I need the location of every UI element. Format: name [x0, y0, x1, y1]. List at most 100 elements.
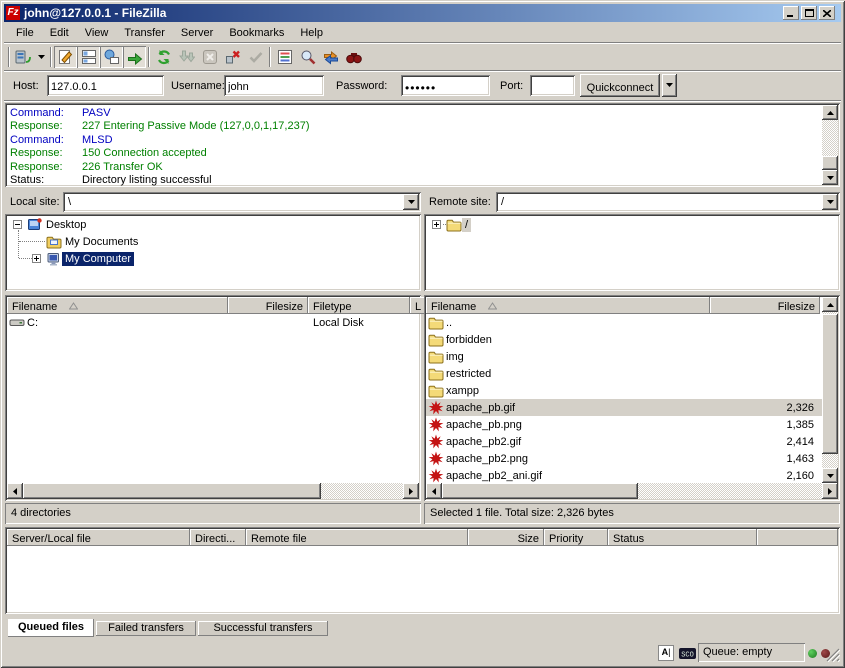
- find-files-button[interactable]: [342, 46, 365, 68]
- maximize-button[interactable]: [801, 6, 817, 20]
- file-row[interactable]: C:Local Disk: [7, 314, 419, 331]
- reconnect-button[interactable]: [244, 46, 267, 68]
- tree-item-label: Desktop: [43, 218, 89, 232]
- app-icon[interactable]: Fz: [6, 6, 20, 20]
- collapse-icon[interactable]: [13, 220, 22, 229]
- transfer-type-icon[interactable]: A|: [658, 645, 674, 661]
- local-site-dropdown-arrow[interactable]: [403, 194, 419, 210]
- folder-icon: [428, 383, 444, 399]
- file-name: img: [444, 351, 464, 363]
- log-scrollbar[interactable]: [822, 105, 838, 185]
- scroll-thumb[interactable]: [822, 314, 838, 454]
- file-row[interactable]: apache_pb.gif2,326: [426, 399, 822, 416]
- local-site-label: Local site:: [10, 196, 60, 208]
- scroll-down-button[interactable]: [822, 170, 838, 185]
- file-row[interactable]: restricted: [426, 365, 822, 382]
- column-header-filename[interactable]: Filename: [426, 297, 710, 314]
- column-header-filesize[interactable]: Filesize: [228, 297, 308, 314]
- queue-column-remotefile[interactable]: Remote file: [246, 529, 468, 546]
- scroll-thumb[interactable]: [442, 483, 638, 499]
- remote-hscrollbar[interactable]: [426, 483, 838, 499]
- disconnect-button[interactable]: [221, 46, 244, 68]
- toggle-remote-tree-button[interactable]: [100, 46, 123, 68]
- menu-help[interactable]: Help: [292, 25, 331, 41]
- scroll-up-button[interactable]: [822, 105, 838, 120]
- log-line: Status:Directory listing successful: [10, 174, 212, 187]
- file-row[interactable]: ..: [426, 314, 822, 331]
- remote-site-dropdown-arrow[interactable]: [822, 194, 838, 210]
- scroll-down-button[interactable]: [822, 468, 838, 483]
- queue-column-priority[interactable]: Priority: [544, 529, 608, 546]
- host-input[interactable]: [47, 75, 164, 96]
- file-row[interactable]: apache_pb2.gif2,414: [426, 433, 822, 450]
- remote-site-combo[interactable]: /: [496, 192, 840, 212]
- queue-status: Queue: empty: [698, 643, 805, 662]
- port-input[interactable]: [530, 75, 575, 96]
- close-button[interactable]: [819, 6, 835, 20]
- queue-column-directi[interactable]: Directi...: [190, 529, 246, 546]
- username-input[interactable]: [224, 75, 324, 96]
- queue-column-status[interactable]: Status: [608, 529, 757, 546]
- site-manager-button[interactable]: [12, 46, 35, 68]
- queue-column-serverlocalfile[interactable]: Server/Local file: [7, 529, 190, 546]
- resize-grip[interactable]: [826, 648, 840, 662]
- file-row[interactable]: apache_pb2.png1,463: [426, 450, 822, 467]
- menu-server[interactable]: Server: [173, 25, 221, 41]
- username-label: Username:: [171, 80, 225, 92]
- scroll-thumb[interactable]: [822, 156, 838, 170]
- column-header-filename[interactable]: Filename: [7, 297, 228, 314]
- tab-failed-transfers[interactable]: Failed transfers: [96, 621, 196, 636]
- quickconnect-dropdown[interactable]: [662, 74, 677, 97]
- toggle-transfer-queue-button[interactable]: [123, 46, 146, 68]
- file-row[interactable]: forbidden: [426, 331, 822, 348]
- site-manager-dropdown[interactable]: [35, 46, 48, 68]
- scroll-left-button[interactable]: [7, 483, 23, 499]
- scroll-up-button[interactable]: [822, 297, 838, 312]
- password-input[interactable]: [401, 75, 490, 96]
- local-hscrollbar[interactable]: [7, 483, 419, 499]
- synchronized-browsing-button[interactable]: [319, 46, 342, 68]
- local-site-combo[interactable]: \: [63, 192, 421, 212]
- menu-edit[interactable]: Edit: [42, 25, 77, 41]
- scroll-right-button[interactable]: [822, 483, 838, 499]
- tab-successful-transfers[interactable]: Successful transfers: [198, 621, 328, 636]
- menu-view[interactable]: View: [77, 25, 117, 41]
- menu-file[interactable]: File: [8, 25, 42, 41]
- speed-limit-icon[interactable]: SCO: [679, 648, 696, 659]
- refresh-button[interactable]: [152, 46, 175, 68]
- local-site-value: \: [68, 196, 71, 208]
- file-type: Local Disk: [313, 317, 364, 329]
- toggle-local-tree-button[interactable]: [77, 46, 100, 68]
- tree-item[interactable]: /: [424, 216, 838, 233]
- scroll-left-button[interactable]: [426, 483, 442, 499]
- queue-header: Server/Local fileDirecti...Remote fileSi…: [7, 529, 838, 546]
- cancel-operation-button[interactable]: [198, 46, 221, 68]
- scroll-thumb[interactable]: [23, 483, 321, 499]
- tree-item[interactable]: My Computer: [5, 250, 419, 267]
- scroll-right-button[interactable]: [403, 483, 419, 499]
- file-row[interactable]: apache_pb.png1,385: [426, 416, 822, 433]
- directory-comparison-button[interactable]: [296, 46, 319, 68]
- file-row[interactable]: img: [426, 348, 822, 365]
- queue-column-size[interactable]: Size: [468, 529, 544, 546]
- minimize-button[interactable]: [783, 6, 799, 20]
- menu-transfer[interactable]: Transfer: [116, 25, 173, 41]
- tab-queued-files[interactable]: Queued files: [8, 619, 94, 637]
- expand-icon[interactable]: [432, 220, 441, 229]
- file-row[interactable]: apache_pb2_ani.gif2,160: [426, 467, 822, 484]
- file-row[interactable]: xampp: [426, 382, 822, 399]
- process-queue-button[interactable]: [175, 46, 198, 68]
- filter-button[interactable]: [273, 46, 296, 68]
- toggle-message-log-button[interactable]: [54, 46, 77, 68]
- column-header-filetype[interactable]: Filetype: [308, 297, 410, 314]
- menu-bookmarks[interactable]: Bookmarks: [221, 25, 292, 41]
- quickconnect-button[interactable]: Quickconnect: [580, 74, 660, 97]
- column-header-filesize[interactable]: Filesize: [710, 297, 820, 314]
- svg-text:SCO: SCO: [681, 652, 694, 660]
- tree-item[interactable]: My Documents: [5, 233, 419, 250]
- column-header-label: Filesize: [266, 301, 303, 313]
- remote-vscrollbar[interactable]: [822, 297, 838, 483]
- computer-icon: [46, 251, 62, 267]
- tree-item[interactable]: Desktop: [5, 216, 419, 233]
- expand-icon[interactable]: [32, 254, 41, 263]
